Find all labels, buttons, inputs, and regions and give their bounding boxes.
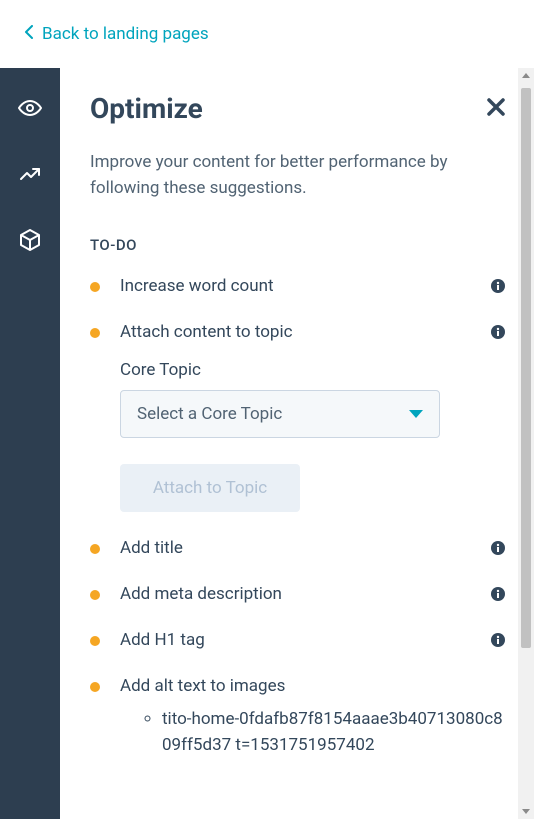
chevron-left-icon [24,25,34,43]
core-topic-label: Core Topic [120,360,506,380]
info-icon[interactable] [490,540,506,556]
todo-item: Add title [90,538,506,558]
todo-label: Add alt text to images [120,676,285,696]
status-dot-icon [90,282,100,292]
status-dot-icon [90,682,100,692]
status-dot-icon [90,590,100,600]
todo-item: Attach content to topic Core Topic Selec… [90,322,506,512]
status-dot-icon [90,328,100,338]
close-icon[interactable] [486,97,506,121]
todo-label: Add meta description [120,584,282,604]
scroll-up-icon[interactable] [522,73,530,78]
status-dot-icon [90,544,100,554]
scrollbar[interactable] [518,68,534,819]
side-nav [0,68,60,819]
todo-item: Increase word count [90,276,506,296]
info-icon[interactable] [490,278,506,294]
todo-item: Add meta description [90,584,506,604]
chevron-down-icon [409,410,423,418]
core-topic-select[interactable]: Select a Core Topic [120,390,440,438]
scroll-thumb[interactable] [521,88,531,648]
attach-button-label: Attach to Topic [153,478,267,498]
panel-title: Optimize [90,92,203,125]
back-link[interactable]: Back to landing pages [24,24,209,44]
attach-to-topic-button[interactable]: Attach to Topic [120,464,300,512]
todo-label: Add H1 tag [120,630,205,650]
scroll-down-icon[interactable] [522,809,530,814]
todo-label: Attach content to topic [120,322,293,342]
todo-label: Add title [120,538,183,558]
back-link-label: Back to landing pages [42,24,209,44]
section-label: TO-DO [90,236,506,254]
eye-icon[interactable] [18,96,42,120]
panel-subtitle: Improve your content for better performa… [90,149,506,202]
todo-item: Add alt text to images tito-home-0fdafb8… [90,676,506,759]
select-placeholder: Select a Core Topic [137,404,282,424]
info-icon[interactable] [490,586,506,602]
info-icon[interactable] [490,632,506,648]
box-icon[interactable] [18,228,42,252]
chart-icon[interactable] [18,162,42,186]
todo-item: Add H1 tag [90,630,506,650]
todo-label: Increase word count [120,276,274,296]
alt-text-list-item: tito-home-0fdafb87f8154aaae3b40713080c80… [162,706,506,759]
optimize-panel: Optimize Improve your content for better… [60,68,536,819]
status-dot-icon [90,636,100,646]
info-icon[interactable] [490,324,506,340]
